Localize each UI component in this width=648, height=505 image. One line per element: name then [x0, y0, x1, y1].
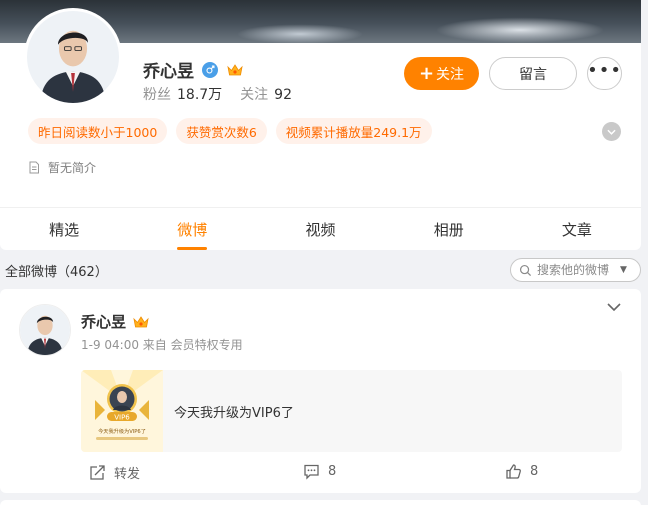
- profile-name-row: 乔心昱: [143, 57, 244, 82]
- tab-label: 文章: [561, 220, 592, 239]
- comment-icon: [304, 464, 319, 480]
- repost-button[interactable]: 转发: [89, 463, 140, 482]
- profile-avatar[interactable]: [24, 8, 122, 106]
- post-meta: 1-9 04:00 来自 会员特权专用: [81, 338, 243, 352]
- profile-tag[interactable]: 昨日阅读数小于1000: [28, 118, 168, 144]
- vip-crown-icon[interactable]: [132, 314, 150, 330]
- tab-album[interactable]: 相册: [385, 208, 513, 250]
- thumb-vip-badge: VIP6: [114, 414, 130, 422]
- repost-label: 转发: [114, 467, 141, 482]
- page-scrollbar[interactable]: [641, 0, 648, 505]
- feed-header: 全部微博（462） ▼: [0, 258, 641, 282]
- share-card[interactable]: VIP6 今天我升级为VIP6了 今天我升级为VIP6了: [81, 370, 622, 452]
- vip-crown-icon[interactable]: [226, 62, 244, 78]
- share-text: 今天我升级为VIP6了: [174, 405, 294, 421]
- fans-count: 18.7万: [177, 87, 223, 103]
- tab-label: 相册: [433, 220, 464, 239]
- fans-label: 粉丝: [143, 87, 171, 103]
- profile-card: 乔心昱 粉丝 18.7万 关注 92 + 关注 留言 ••• 昨日阅读数小于1000…: [0, 0, 641, 250]
- chevron-down-icon[interactable]: [602, 122, 621, 141]
- profile-tabs: 精选 微博 视频 相册 文章: [0, 207, 641, 250]
- tab-weibo[interactable]: 微博: [128, 208, 256, 250]
- profile-name: 乔心昱: [143, 62, 194, 82]
- like-icon: [506, 464, 521, 479]
- message-label: 留言: [519, 66, 547, 83]
- message-button[interactable]: 留言: [489, 57, 577, 90]
- comment-count: 8: [328, 464, 337, 479]
- follow-label: 关注: [436, 66, 465, 83]
- share-thumbnail: VIP6 今天我升级为VIP6了: [81, 370, 163, 452]
- profile-tag[interactable]: 视频累计播放量249.1万: [275, 118, 432, 144]
- profile-bio: 暂无简介: [28, 159, 96, 176]
- follow-button[interactable]: + 关注: [404, 57, 479, 90]
- tab-label: 微博: [177, 220, 208, 239]
- tab-label: 精选: [49, 220, 80, 239]
- male-gender-icon: [202, 61, 218, 78]
- following-count: 92: [274, 87, 292, 103]
- tab-label: 视频: [305, 220, 336, 239]
- profile-tags: 昨日阅读数小于1000 获赞赏次数6 视频累计播放量249.1万: [28, 118, 432, 144]
- profile-tag[interactable]: 获赞赏次数6: [176, 118, 267, 144]
- like-count: 8: [530, 464, 539, 479]
- profile-stats: 粉丝 18.7万 关注 92: [143, 84, 292, 104]
- post-avatar[interactable]: [19, 304, 71, 356]
- post-author[interactable]: 乔心昱: [81, 311, 126, 332]
- tab-articles[interactable]: 文章: [513, 208, 641, 250]
- more-dots-icon: •••: [587, 59, 622, 81]
- tab-featured[interactable]: 精选: [0, 208, 128, 250]
- search-icon: [519, 264, 532, 276]
- thumb-caption: 今天我升级为VIP6了: [98, 427, 146, 435]
- next-post-card: [0, 500, 641, 505]
- feed-search-input[interactable]: [537, 263, 615, 277]
- tab-video[interactable]: 视频: [256, 208, 384, 250]
- dropdown-caret-icon[interactable]: ▼: [620, 265, 627, 275]
- feed-search[interactable]: ▼: [510, 258, 641, 282]
- repost-icon: [90, 465, 105, 480]
- feed-title: 全部微博（462）: [5, 265, 108, 280]
- following-stat[interactable]: 关注 92: [240, 84, 292, 104]
- bio-text: 暂无简介: [48, 161, 97, 175]
- more-button[interactable]: •••: [587, 57, 622, 90]
- plus-icon: +: [418, 62, 435, 84]
- post-card: 乔心昱 1-9 04:00 来自 会员特权专用 VIP6 今天我升级为VIP6了: [0, 289, 641, 493]
- following-label: 关注: [240, 87, 269, 103]
- comment-button[interactable]: 8: [303, 463, 336, 480]
- like-button[interactable]: 8: [505, 463, 538, 480]
- fans-stat[interactable]: 粉丝 18.7万: [143, 84, 222, 104]
- post-author-row: 乔心昱: [81, 311, 150, 332]
- post-actions: 转发 8 8: [0, 463, 641, 487]
- bio-doc-icon: [29, 161, 39, 174]
- chevron-down-icon[interactable]: [607, 302, 621, 312]
